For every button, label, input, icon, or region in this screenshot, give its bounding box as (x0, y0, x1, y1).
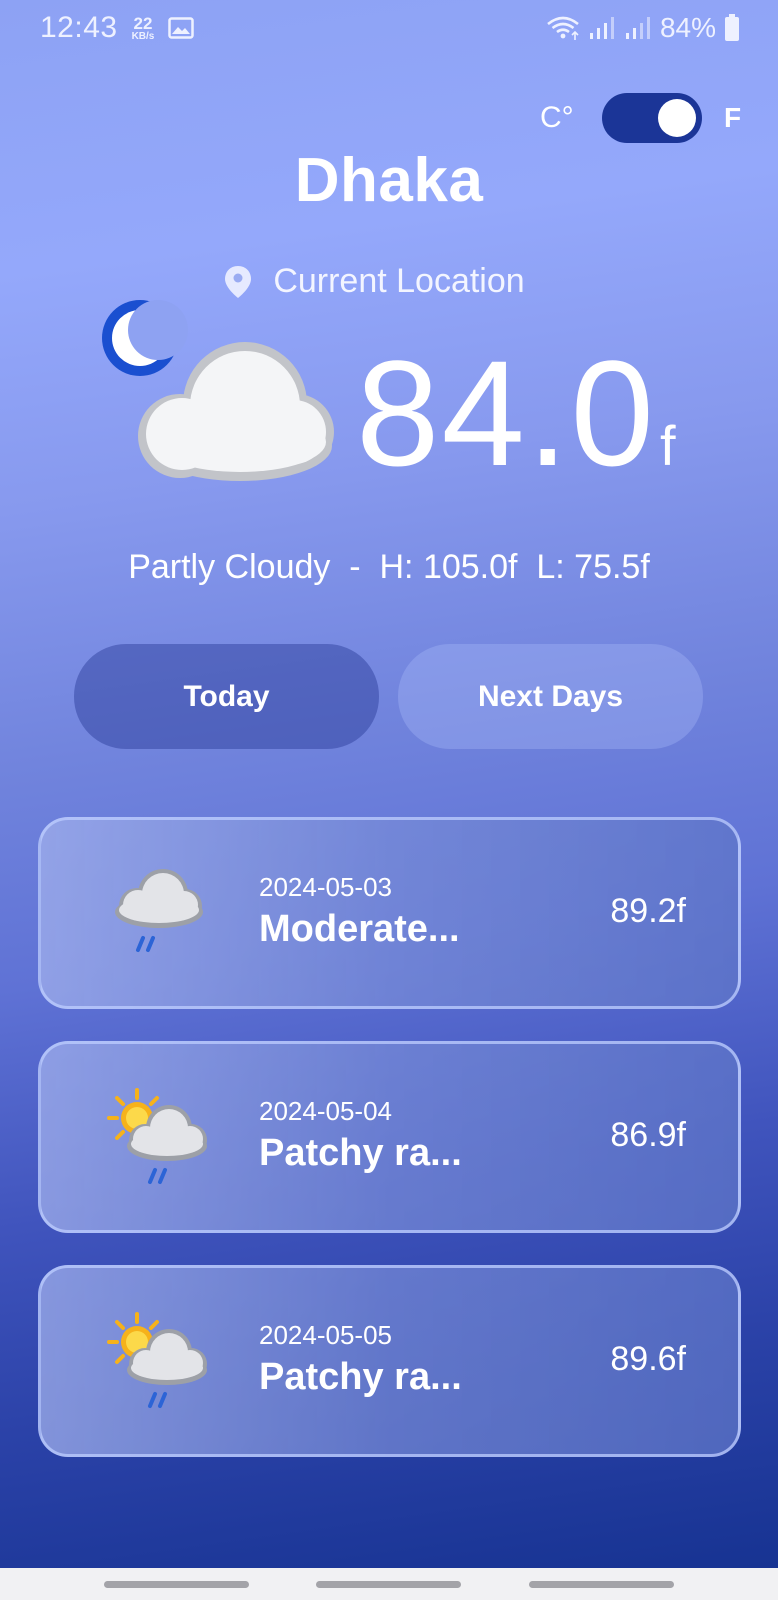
celsius-label: C° (540, 101, 574, 134)
wifi-icon (547, 16, 579, 40)
forecast-temperature: 86.9f (610, 1116, 686, 1154)
rain-cloud-icon (115, 869, 203, 952)
fahrenheit-label: F (724, 102, 742, 133)
sun-rain-cloud-icon (107, 1088, 207, 1184)
signal-icon (589, 17, 614, 39)
net-speed-indicator: 22 KB/s (132, 15, 155, 42)
switch-knob (658, 99, 696, 137)
status-bar: 12:43 22 KB/s 84% (0, 0, 778, 56)
forecast-date: 2024-05-03 (259, 872, 392, 902)
forecast-date: 2024-05-05 (259, 1320, 392, 1350)
system-nav-bar (0, 1568, 778, 1600)
status-time: 12:43 (40, 11, 118, 44)
forecast-date: 2024-05-04 (259, 1096, 392, 1126)
forecast-card[interactable]: 2024-05-03 Moderate... 89.2f (38, 817, 741, 1009)
location-pin-icon (225, 265, 252, 298)
unit-switch[interactable] (602, 93, 702, 143)
forecast-temperature: 89.2f (610, 892, 686, 930)
status-right: 84% (546, 12, 740, 44)
signal-icon (625, 17, 650, 39)
forecast-temperature: 89.6f (610, 1340, 686, 1378)
night-partly-cloudy-icon (102, 300, 334, 481)
forecast-condition: Patchy ra... (259, 1356, 462, 1398)
current-temperature: 84.0f (356, 338, 678, 488)
net-speed-value: 22 (133, 13, 153, 33)
battery-percent: 84% (659, 12, 716, 43)
unit-toggle: C° F (540, 92, 745, 144)
sun-rain-cloud-icon (107, 1312, 207, 1408)
temperature-value: 84.0 (356, 329, 656, 497)
tab-next-days[interactable]: Next Days (398, 644, 703, 749)
battery-icon (725, 14, 739, 41)
weather-screen: 12:43 22 KB/s 84% C° F Dhaka Current Loc… (0, 0, 778, 1600)
city-name: Dhaka (294, 146, 484, 215)
nav-home-button[interactable] (316, 1580, 462, 1588)
temperature-unit: f (659, 414, 678, 477)
status-left: 12:43 22 KB/s (40, 11, 195, 45)
weather-summary: Partly Cloudy - H: 105.0f L: 75.5f (128, 548, 650, 586)
nav-recents-button[interactable] (103, 1580, 249, 1588)
forecast-condition: Patchy ra... (259, 1132, 462, 1174)
forecast-card[interactable]: 2024-05-05 Patchy ra... 89.6f (38, 1265, 741, 1457)
forecast-condition: Moderate... (259, 908, 460, 950)
forecast-card[interactable]: 2024-05-04 Patchy ra... 86.9f (38, 1041, 741, 1233)
gallery-icon (168, 17, 195, 39)
nav-back-button[interactable] (529, 1580, 675, 1588)
net-speed-unit: KB/s (131, 30, 155, 42)
tab-today[interactable]: Today (74, 644, 379, 749)
